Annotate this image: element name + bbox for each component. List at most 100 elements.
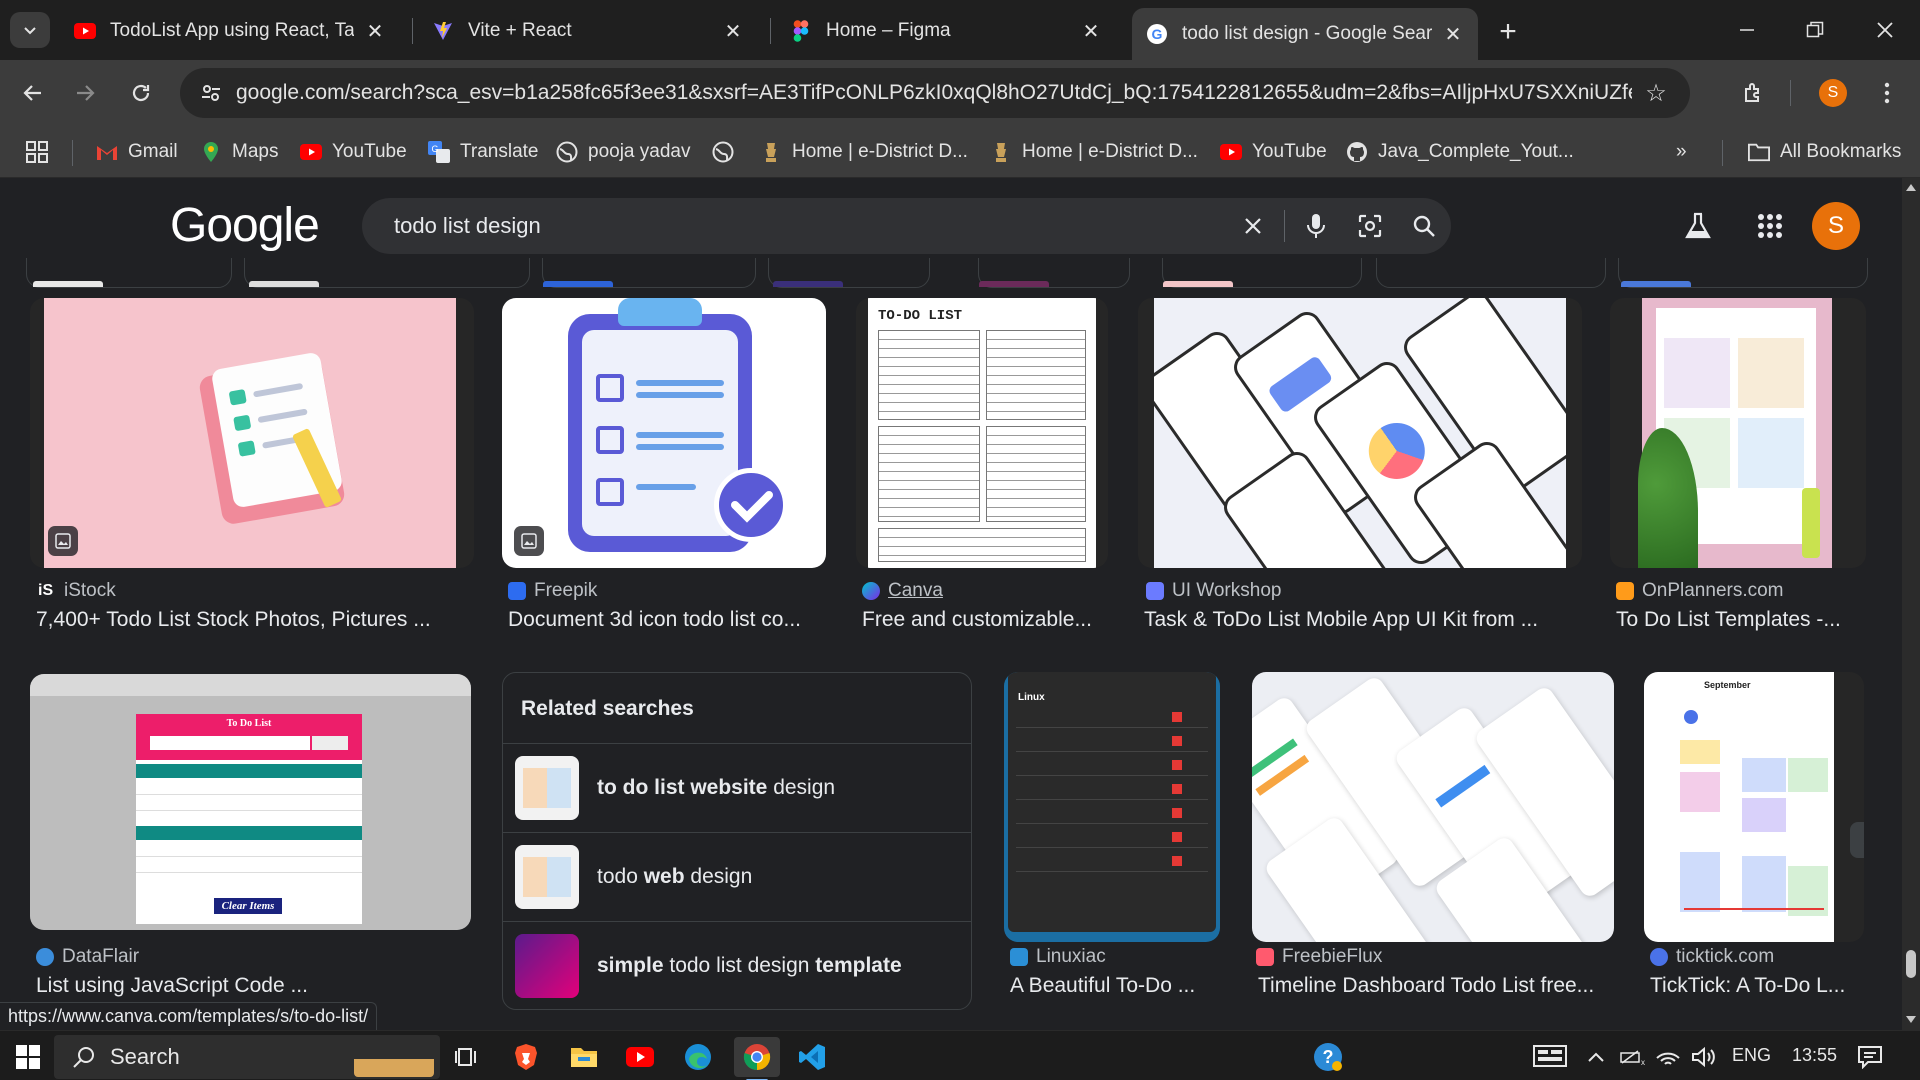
chevron-up-icon[interactable] — [1576, 1037, 1616, 1077]
bookmark-translate[interactable]: G Translate — [428, 138, 539, 166]
bookmark-java-complete[interactable]: Java_Complete_Yout... — [1346, 138, 1574, 166]
related-search-item[interactable]: todo web design — [503, 832, 971, 921]
filter-chip[interactable] — [978, 258, 1130, 288]
bookmark-gmail[interactable]: Gmail — [96, 138, 178, 166]
result-title[interactable]: List using JavaScript Code ... — [36, 974, 466, 998]
wifi-icon[interactable] — [1648, 1037, 1688, 1077]
windows-start-icon[interactable] — [8, 1037, 48, 1077]
close-icon[interactable]: ✕ — [364, 20, 386, 43]
vertical-scrollbar[interactable] — [1902, 178, 1920, 1030]
site-info-icon[interactable] — [186, 68, 236, 118]
tab-search-button[interactable] — [10, 12, 50, 48]
filter-chip[interactable] — [542, 258, 756, 288]
result-title[interactable]: A Beautiful To-Do ... — [1010, 974, 1224, 998]
filter-chip[interactable] — [1376, 258, 1606, 288]
filter-chip[interactable] — [768, 258, 930, 288]
scroll-up-icon[interactable] — [1906, 184, 1916, 191]
close-icon[interactable]: ✕ — [1442, 23, 1464, 46]
taskbar-search[interactable]: Search — [54, 1035, 440, 1079]
extensions-button[interactable] — [1735, 74, 1773, 112]
search-submit-button[interactable] — [1397, 198, 1451, 254]
result-thumbnail[interactable]: Linux — [1004, 672, 1220, 942]
search-input[interactable] — [394, 213, 1226, 239]
filter-chip[interactable] — [26, 258, 232, 288]
result-title[interactable]: TickTick: A To-Do L... — [1650, 974, 1862, 998]
brave-icon[interactable] — [506, 1037, 546, 1077]
filter-chip[interactable] — [244, 258, 530, 288]
minimize-button[interactable] — [1724, 10, 1770, 50]
forward-button[interactable] — [66, 74, 104, 112]
vscode-icon[interactable] — [792, 1037, 832, 1077]
result-title[interactable]: Free and customizable... — [862, 608, 1110, 632]
monitor-icon[interactable] — [1530, 1037, 1570, 1077]
result-thumbnail[interactable] — [1610, 298, 1866, 568]
edge-icon[interactable] — [678, 1037, 718, 1077]
back-button[interactable] — [14, 74, 52, 112]
result-title[interactable]: Document 3d icon todo list co... — [508, 608, 838, 632]
result-source[interactable]: Canva — [862, 580, 943, 602]
tab-google-search[interactable]: G todo list design - Google Searc ✕ — [1132, 8, 1478, 60]
language-indicator[interactable]: ENG — [1732, 1045, 1771, 1066]
bookmark-pooja-yadav[interactable]: pooja yadav — [556, 138, 690, 166]
close-icon[interactable]: ✕ — [1080, 20, 1102, 43]
share-icon[interactable]: ›‹ — [1850, 822, 1864, 858]
chrome-icon[interactable] — [734, 1037, 780, 1080]
bookmark-edistrict-1[interactable]: Home | e-District D... — [760, 138, 968, 166]
file-explorer-icon[interactable] — [564, 1037, 604, 1077]
result-thumbnail[interactable] — [1252, 672, 1614, 942]
google-logo[interactable]: Google — [170, 198, 320, 253]
related-search-item[interactable]: to do list website design — [503, 743, 971, 832]
voice-search-button[interactable] — [1289, 198, 1343, 254]
all-bookmarks-button[interactable]: All Bookmarks — [1748, 138, 1901, 166]
account-button[interactable]: S — [1812, 202, 1860, 250]
result-source[interactable]: DataFlair — [36, 946, 139, 968]
tab-figma[interactable]: Home – Figma ✕ — [776, 8, 1116, 54]
result-thumbnail[interactable]: September ›‹ — [1644, 672, 1864, 942]
reload-button[interactable] — [122, 74, 160, 112]
google-apps-button[interactable] — [1746, 202, 1794, 250]
clear-search-button[interactable] — [1226, 198, 1280, 254]
image-search-button[interactable] — [1343, 198, 1397, 254]
labs-button[interactable] — [1674, 202, 1722, 250]
bookmark-youtube-2[interactable]: YouTube — [1220, 138, 1327, 166]
menu-button[interactable] — [1868, 74, 1906, 112]
result-source[interactable]: UI Workshop — [1146, 580, 1281, 602]
bookmark-edistrict-2[interactable]: Home | e-District D... — [990, 138, 1198, 166]
clock[interactable]: 13:55 — [1792, 1045, 1837, 1066]
result-thumbnail[interactable] — [30, 298, 474, 568]
result-source[interactable]: ticktick.com — [1650, 946, 1774, 968]
more-bookmarks-button[interactable]: » — [1676, 138, 1687, 166]
volume-icon[interactable] — [1684, 1037, 1724, 1077]
result-source[interactable]: Linuxiac — [1010, 946, 1106, 968]
result-thumbnail[interactable] — [1138, 298, 1582, 568]
result-thumbnail[interactable]: To Do List Clear Items — [30, 674, 471, 930]
task-view-icon[interactable] — [448, 1037, 488, 1077]
restore-button[interactable] — [1792, 10, 1838, 50]
notification-icon[interactable] — [1850, 1037, 1890, 1077]
close-window-button[interactable] — [1862, 10, 1908, 50]
battery-icon[interactable]: x — [1612, 1037, 1652, 1077]
result-source[interactable]: iS iStock — [38, 580, 116, 602]
help-icon[interactable]: ? — [1308, 1037, 1348, 1077]
bookmark-globe[interactable] — [712, 138, 744, 166]
result-source[interactable]: Freepik — [508, 580, 597, 602]
star-icon[interactable]: ☆ — [1632, 69, 1680, 117]
result-thumbnail[interactable] — [502, 298, 826, 568]
profile-button[interactable]: S — [1814, 74, 1852, 112]
bookmark-youtube[interactable]: YouTube — [300, 138, 407, 166]
new-tab-button[interactable]: + — [1490, 14, 1526, 50]
related-search-item[interactable]: simple todo list design template — [503, 921, 971, 1010]
tab-todolist-app[interactable]: TodoList App using React, Tailw ✕ — [60, 8, 400, 54]
apps-icon[interactable] — [26, 138, 48, 166]
filter-chip[interactable] — [1162, 258, 1362, 288]
result-source[interactable]: OnPlanners.com — [1616, 580, 1784, 602]
result-title[interactable]: Task & ToDo List Mobile App UI Kit from … — [1144, 608, 1584, 632]
tab-vite-react[interactable]: Vite + React ✕ — [418, 8, 758, 54]
bookmark-maps[interactable]: Maps — [200, 138, 278, 166]
result-title[interactable]: To Do List Templates -... — [1616, 608, 1866, 632]
scrollbar-thumb[interactable] — [1906, 950, 1916, 978]
result-title[interactable]: 7,400+ Todo List Stock Photos, Pictures … — [36, 608, 476, 632]
result-thumbnail[interactable]: TO-DO LIST — [856, 298, 1108, 568]
address-bar[interactable]: google.com/search?sca_esv=b1a258fc65f3ee… — [180, 68, 1690, 118]
result-source[interactable]: FreebieFlux — [1256, 946, 1382, 968]
